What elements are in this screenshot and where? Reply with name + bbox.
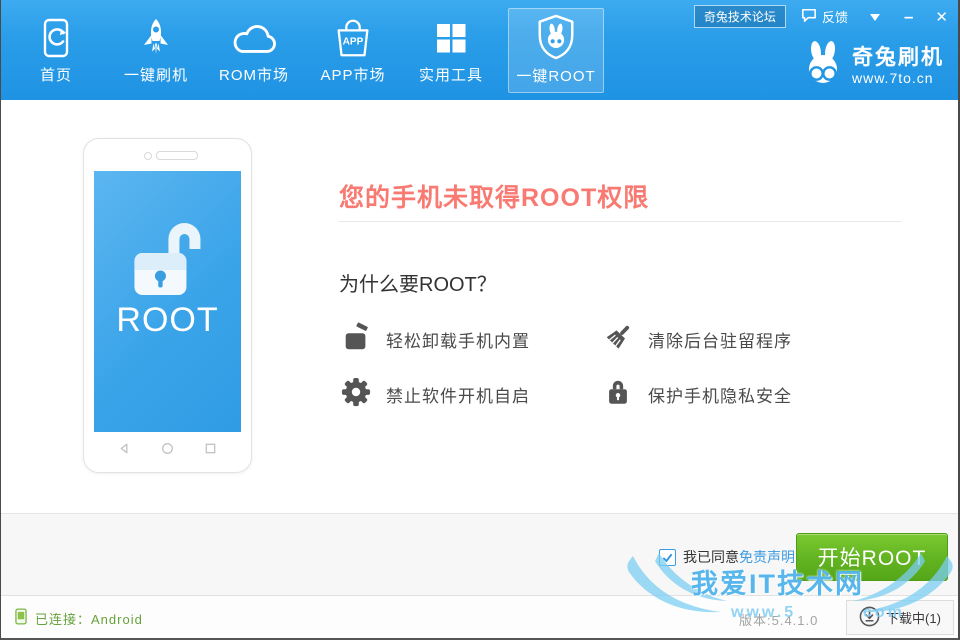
feature-label: 禁止软件开机自启 <box>386 382 530 407</box>
cloud-icon <box>206 8 302 60</box>
feature-label: 保护手机隐私安全 <box>648 382 792 407</box>
feature-uninstall: 轻松卸载手机内置 <box>341 322 530 357</box>
forum-button[interactable]: 奇兔技术论坛 <box>694 5 786 28</box>
feedback-button[interactable]: 反馈 <box>801 7 848 26</box>
rabbit-logo-icon <box>802 40 844 92</box>
nav-label: 首页 <box>8 64 104 85</box>
brand-url: www.7to.cn <box>852 70 944 86</box>
broom-icon <box>603 322 633 357</box>
android-nav-buttons <box>84 442 251 460</box>
speech-bubble-icon <box>801 8 817 26</box>
nav-label: 实用工具 <box>403 64 499 85</box>
lock-icon <box>603 377 633 412</box>
download-icon <box>859 606 880 630</box>
minimize-button[interactable]: – <box>904 10 913 24</box>
chevron-down-icon[interactable] <box>870 14 880 26</box>
connection-status: 已连接：Android <box>15 608 143 628</box>
feature-label: 轻松卸载手机内置 <box>386 327 530 352</box>
phone-screen: ROOT <box>94 171 241 432</box>
app-bag-icon: APP <box>305 8 401 60</box>
agree-label: 我已同意 <box>683 547 739 567</box>
version-label: 版本:5.4.1.0 <box>739 610 818 629</box>
nav-flash[interactable]: 一键刷机 <box>108 8 204 93</box>
rocket-icon <box>108 8 204 60</box>
nav-label: APP市场 <box>305 64 401 85</box>
agree-row: 我已同意 免责声明 <box>659 547 795 567</box>
unlock-icon <box>128 213 214 306</box>
nav-app-market[interactable]: APP APP市场 <box>305 8 401 93</box>
nav-home[interactable]: 首页 <box>8 8 104 93</box>
phone-screen-label: ROOT <box>94 301 241 340</box>
agree-checkbox[interactable] <box>659 549 676 566</box>
uninstall-icon <box>341 322 371 357</box>
nav-rom-market[interactable]: ROM市场 <box>206 8 302 93</box>
titlebar-controls: 奇兔技术论坛 反馈 – ✕ <box>694 5 948 28</box>
page-title: 您的手机未取得ROOT权限 <box>339 178 649 214</box>
tools-grid-icon <box>403 8 499 60</box>
nav-tools[interactable]: 实用工具 <box>403 8 499 93</box>
brand-name: 奇兔刷机 <box>852 46 944 69</box>
home-refresh-icon <box>8 8 104 60</box>
why-root-heading: 为什么要ROOT？ <box>339 268 497 297</box>
feature-autostart: 禁止软件开机自启 <box>341 377 530 412</box>
connected-phone-icon <box>15 608 27 628</box>
connection-text: 已连接：Android <box>35 609 143 628</box>
recent-square-icon <box>204 442 217 460</box>
feature-label: 清除后台驻留程序 <box>648 327 792 352</box>
action-bar: 我已同意 免责声明 开始ROOT <box>1 513 958 596</box>
header-bar: 首页 一键刷机 <box>1 0 958 100</box>
home-circle-icon <box>161 442 174 460</box>
nav-one-key-root[interactable]: 一键ROOT <box>508 8 604 93</box>
divider-line <box>339 221 901 222</box>
nav-label: ROM市场 <box>206 64 302 85</box>
status-bar: 已连接：Android 版本:5.4.1.0 下载中(1) <box>1 596 958 638</box>
svg-text:APP: APP <box>343 37 364 48</box>
back-icon <box>118 442 131 460</box>
phone-camera-dot <box>144 152 152 160</box>
feature-clean: 清除后台驻留程序 <box>603 322 792 357</box>
feedback-label: 反馈 <box>822 7 848 26</box>
phone-speaker-slot <box>156 151 198 160</box>
main-content: ROOT 您的手机未 <box>1 100 958 513</box>
download-status-button[interactable]: 下载中(1) <box>846 600 954 635</box>
shield-rabbit-icon <box>509 9 603 61</box>
start-root-button[interactable]: 开始ROOT <box>796 533 948 581</box>
gear-icon <box>341 377 371 412</box>
download-label: 下载中(1) <box>886 608 941 627</box>
brand-logo: 奇兔刷机 www.7to.cn <box>802 40 944 92</box>
close-button[interactable]: ✕ <box>935 8 948 26</box>
app-window: 首页 一键刷机 <box>0 0 960 640</box>
feature-privacy: 保护手机隐私安全 <box>603 377 792 412</box>
nav-label: 一键ROOT <box>509 65 603 86</box>
nav-label: 一键刷机 <box>108 64 204 85</box>
disclaimer-link[interactable]: 免责声明 <box>739 547 795 567</box>
phone-illustration: ROOT <box>83 138 252 473</box>
